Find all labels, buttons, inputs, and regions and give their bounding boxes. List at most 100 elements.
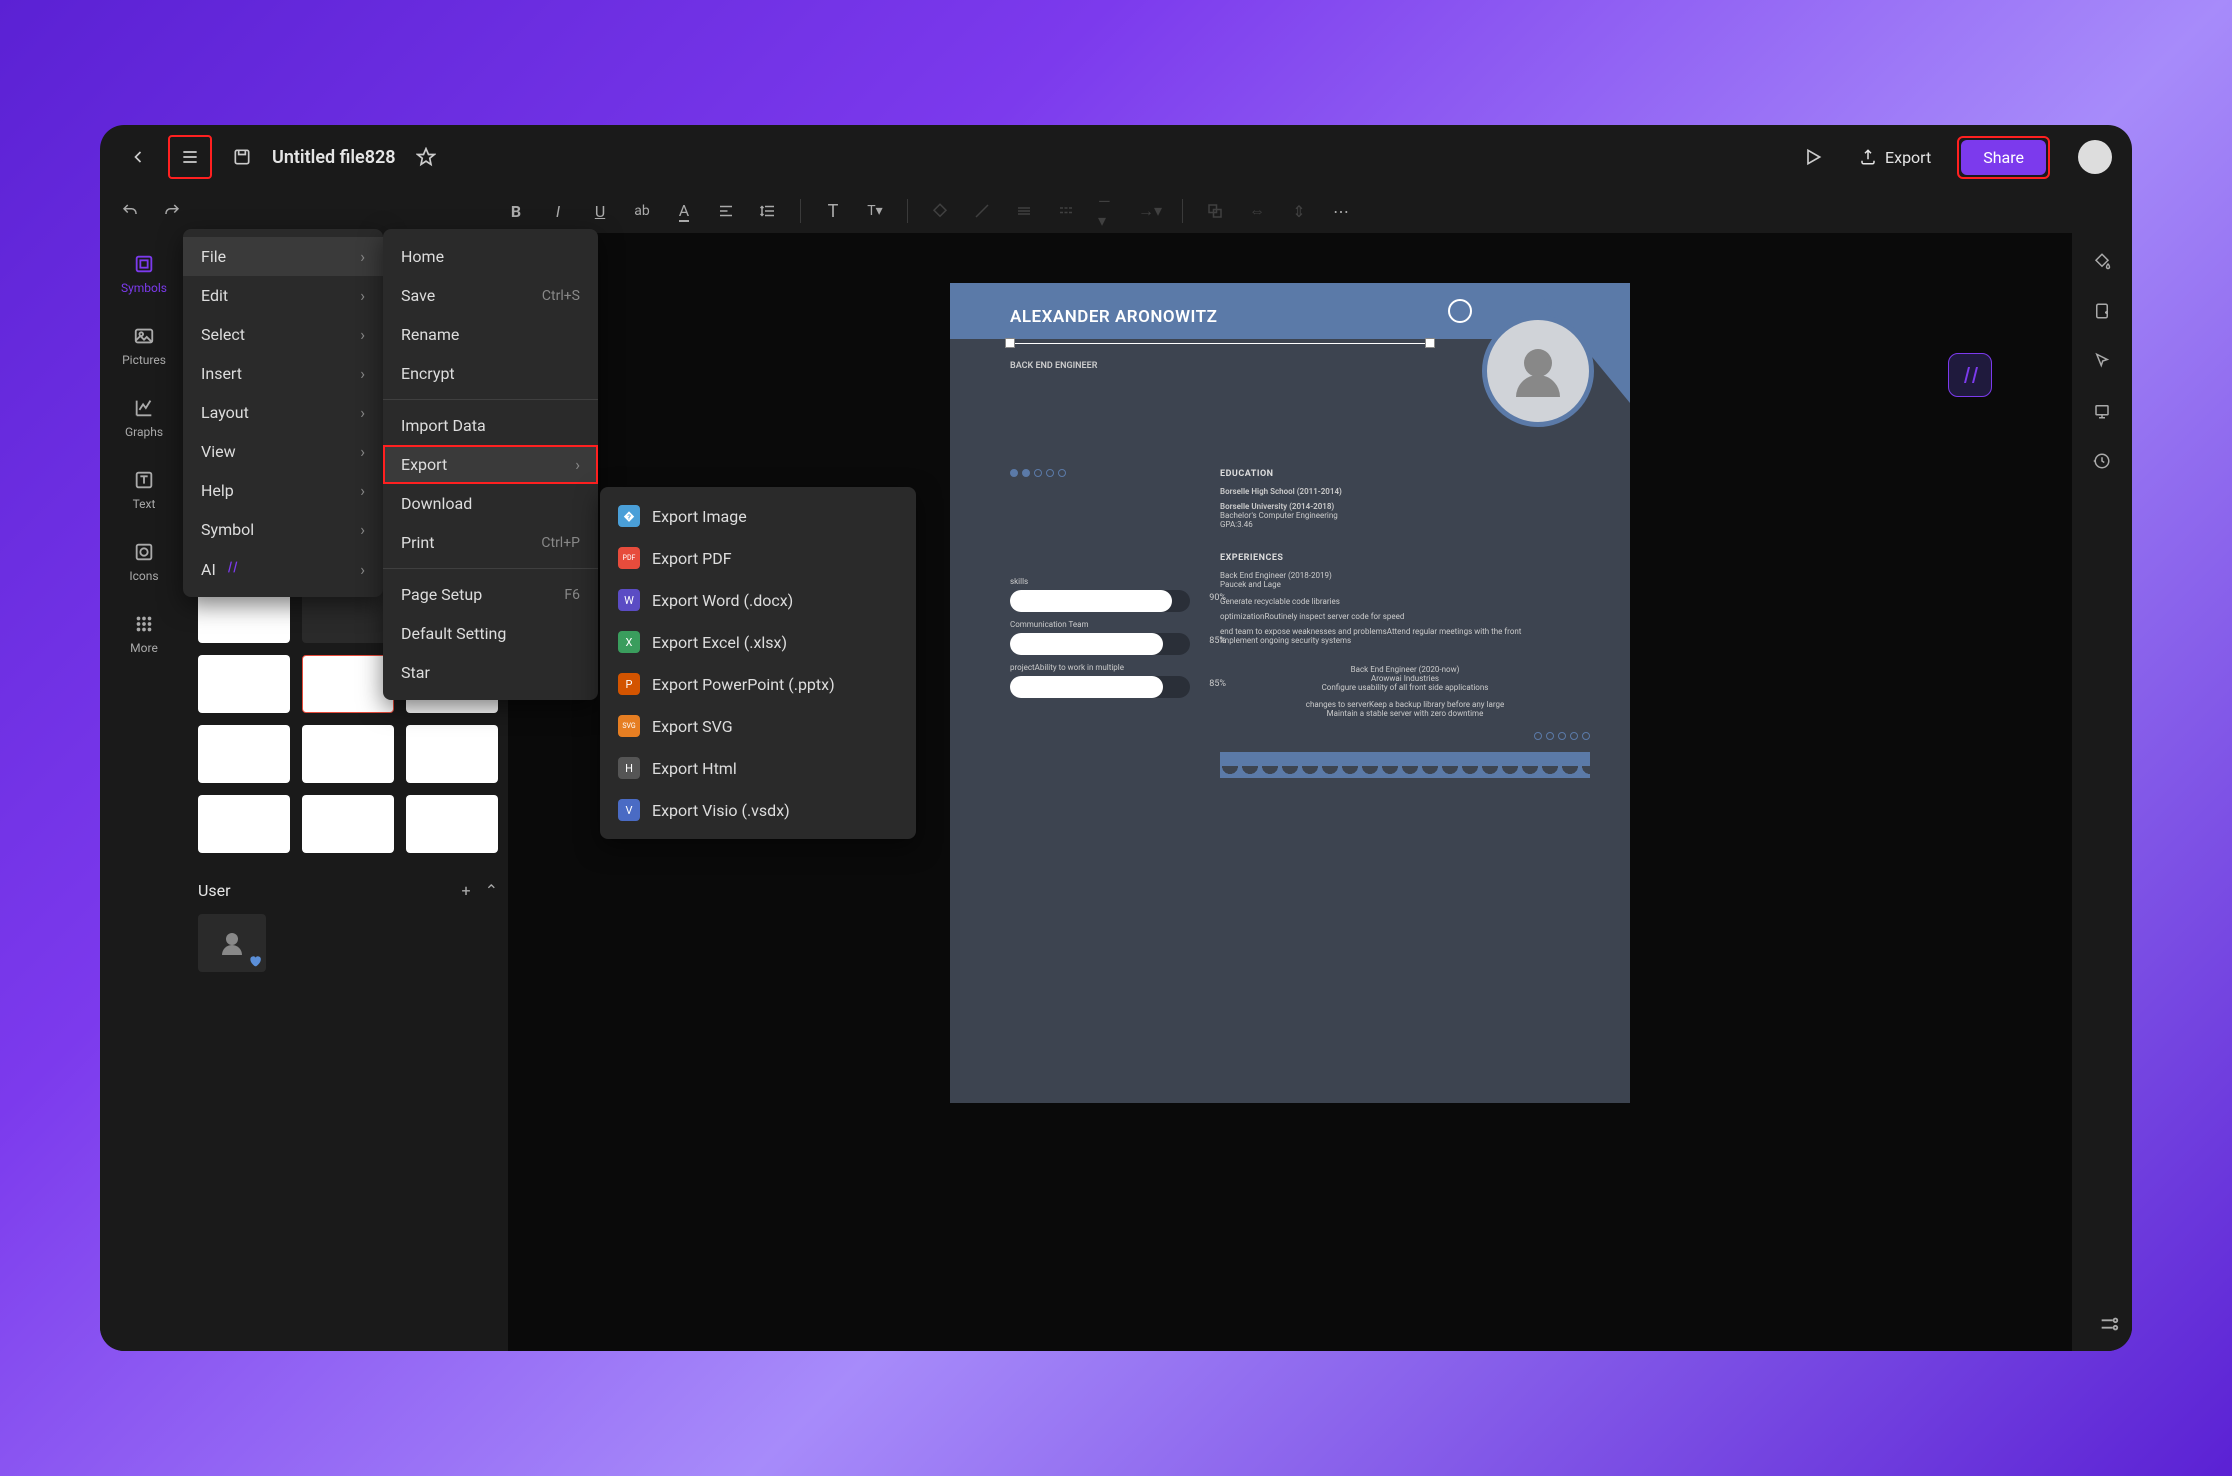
menu-item-export-pdf[interactable]: PDFExport PDF — [600, 537, 916, 579]
user-template-item[interactable] — [198, 914, 266, 972]
add-user-template-button[interactable]: + — [462, 881, 471, 900]
rail-symbols[interactable]: Symbols — [121, 251, 167, 295]
align-button[interactable] — [716, 201, 736, 221]
menu-item-file[interactable]: File› — [183, 237, 383, 276]
settings-toggle-icon[interactable] — [2098, 1313, 2120, 1339]
word-icon: W — [618, 589, 640, 611]
menu-item-export-svg[interactable]: SVGExport SVG — [600, 705, 916, 747]
menu-item-save[interactable]: SaveCtrl+S — [383, 276, 598, 315]
group-button[interactable] — [1205, 201, 1225, 221]
menu-item-encrypt[interactable]: Encrypt — [383, 354, 598, 393]
menu-item-help[interactable]: Help› — [183, 471, 383, 510]
menu-item-export-html[interactable]: HExport Html — [600, 747, 916, 789]
rail-pictures[interactable]: Pictures — [122, 323, 166, 367]
presentation-icon[interactable] — [2092, 401, 2112, 421]
export-button[interactable]: Export — [1845, 140, 1945, 175]
text-dropdown[interactable]: T▾ — [865, 201, 885, 221]
menu-item-ai[interactable]: AI› — [183, 549, 383, 589]
menu-item-export-word-docx-[interactable]: WExport Word (.docx) — [600, 579, 916, 621]
pictures-icon — [131, 323, 157, 349]
user-section-label: User — [198, 881, 231, 900]
template-item[interactable] — [302, 655, 394, 713]
chevron-right-icon: › — [360, 325, 365, 344]
menu-item-rename[interactable]: Rename — [383, 315, 598, 354]
menu-item-default-setting[interactable]: Default Setting — [383, 614, 598, 653]
template-item[interactable] — [302, 795, 394, 853]
icons-icon — [131, 539, 157, 565]
flip-v-button[interactable]: ⇕ — [1289, 201, 1309, 221]
menu-item-home[interactable]: Home — [383, 237, 598, 276]
arrow-button[interactable]: →▾ — [1140, 201, 1160, 221]
graphs-icon — [131, 395, 157, 421]
line-spacing-button[interactable] — [758, 201, 778, 221]
document[interactable]: ALEXANDER ARONOWITZ BACK END ENGINEER sk… — [950, 283, 1630, 1103]
menu-item-export-image[interactable]: �Export Image — [600, 495, 916, 537]
template-item[interactable] — [198, 725, 290, 783]
menu-item-export-visio-vsdx-[interactable]: VExport Visio (.vsdx) — [600, 789, 916, 831]
star-button[interactable] — [408, 139, 444, 175]
rail-text[interactable]: Text — [131, 467, 157, 511]
menu-item-export-powerpoint-pptx-[interactable]: PExport PowerPoint (.pptx) — [600, 663, 916, 705]
line-style-button[interactable] — [1014, 201, 1034, 221]
template-item[interactable] — [198, 655, 290, 713]
template-item[interactable] — [406, 795, 498, 853]
menu-item-layout[interactable]: Layout› — [183, 393, 383, 432]
redo-button[interactable] — [162, 201, 182, 221]
collapse-user-section-button[interactable]: ⌃ — [485, 881, 498, 900]
save-icon[interactable] — [224, 139, 260, 175]
line-end-button[interactable]: —▾ — [1098, 201, 1118, 221]
rail-icons[interactable]: Icons — [129, 539, 158, 583]
user-avatar[interactable] — [2078, 140, 2112, 174]
text-tool-button[interactable]: T — [823, 201, 843, 221]
paint-bucket-icon[interactable] — [2092, 251, 2112, 271]
menu-item-export-excel-xlsx-[interactable]: XExport Excel (.xlsx) — [600, 621, 916, 663]
dash-button[interactable] — [1056, 201, 1076, 221]
menu-item-select[interactable]: Select› — [183, 315, 383, 354]
template-item[interactable] — [198, 795, 290, 853]
stroke-button[interactable] — [972, 201, 992, 221]
menu-item-download[interactable]: Download — [383, 484, 598, 523]
rail-graphs[interactable]: Graphs — [125, 395, 163, 439]
excel-icon: X — [618, 631, 640, 653]
template-item[interactable] — [406, 725, 498, 783]
fill-button[interactable] — [930, 201, 950, 221]
cursor-icon[interactable] — [2092, 351, 2112, 371]
menu-item-insert[interactable]: Insert› — [183, 354, 383, 393]
share-button[interactable]: Share — [1961, 140, 2046, 175]
main-menu-button[interactable] — [168, 135, 212, 179]
chevron-right-icon: › — [575, 455, 580, 474]
underline-button[interactable]: U — [590, 201, 610, 221]
format-toolbar: B I U ab A T T▾ —▾ →▾ ⇔ ⇕ ⋯ — [100, 189, 2132, 233]
menu-item-export[interactable]: Export› — [383, 445, 598, 484]
flip-h-button[interactable]: ⇔ — [1247, 201, 1267, 221]
menu-item-page-setup[interactable]: Page SetupF6 — [383, 575, 598, 614]
more-tools-button[interactable]: ⋯ — [1331, 201, 1351, 221]
add-page-icon[interactable] — [2092, 301, 2112, 321]
ai-badge[interactable] — [1948, 353, 1992, 397]
left-rail: Symbols Pictures Graphs Text Icons More — [100, 233, 188, 1351]
history-icon[interactable] — [2092, 451, 2112, 471]
more-icon — [131, 611, 157, 637]
menu-item-print[interactable]: PrintCtrl+P — [383, 523, 598, 562]
template-item[interactable] — [302, 725, 394, 783]
italic-button[interactable]: I — [548, 201, 568, 221]
symbols-icon — [131, 251, 157, 277]
back-button[interactable] — [120, 139, 156, 175]
menu-item-symbol[interactable]: Symbol› — [183, 510, 383, 549]
selected-line[interactable] — [1010, 343, 1430, 344]
selection-handle[interactable] — [1425, 338, 1435, 348]
play-button[interactable] — [1793, 137, 1833, 177]
undo-button[interactable] — [120, 201, 140, 221]
rail-more[interactable]: More — [130, 611, 158, 655]
titlebar: Untitled file828 Export Share — [100, 125, 2132, 189]
menu-item-import-data[interactable]: Import Data — [383, 406, 598, 445]
file-submenu: HomeSaveCtrl+SRenameEncrypt Import DataEx… — [383, 229, 598, 700]
menu-item-star[interactable]: Star — [383, 653, 598, 692]
lowercase-button[interactable]: ab — [632, 201, 652, 221]
bold-button[interactable]: B — [506, 201, 526, 221]
menu-item-edit[interactable]: Edit› — [183, 276, 383, 315]
selection-handle[interactable] — [1005, 338, 1015, 348]
menu-item-view[interactable]: View› — [183, 432, 383, 471]
ppt-icon: P — [618, 673, 640, 695]
font-color-button[interactable]: A — [674, 201, 694, 221]
